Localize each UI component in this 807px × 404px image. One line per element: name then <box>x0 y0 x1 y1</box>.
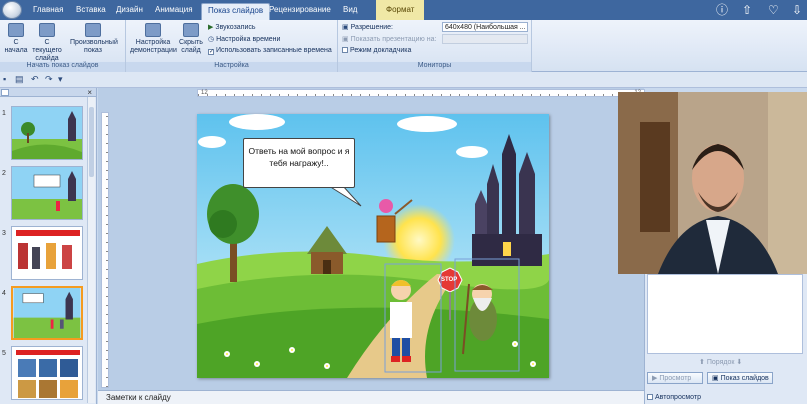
play-current-icon <box>39 23 55 37</box>
monitor-disabled-icon: ▣ <box>342 36 349 43</box>
show-on-label: ▣ Показать презентацию на: <box>342 36 437 43</box>
download-icon[interactable]: ⇩ <box>792 3 802 17</box>
close-icon[interactable]: × <box>87 88 92 97</box>
play-icon <box>8 23 24 37</box>
slideshow-icon: ▣ <box>712 375 719 382</box>
thumb-number: 5 <box>2 350 6 357</box>
tab-format[interactable]: Формат <box>376 0 425 20</box>
slides-scrollbar[interactable] <box>87 97 95 403</box>
slide-thumbnail-5[interactable] <box>11 346 83 400</box>
scroll-thumb[interactable] <box>89 107 94 177</box>
checkbox-checked-icon: ✓ <box>208 49 215 55</box>
speech-bubble[interactable]: Ответь на мой вопрос и я тебя награжу!.. <box>243 138 355 188</box>
group-label-start: Начать показ слайдов <box>0 62 125 72</box>
preview-button[interactable]: ▶ Просмотр <box>647 372 703 384</box>
stop-sign-label: STOP <box>441 277 458 283</box>
slides-pane: × 1 2 3 4 5 <box>0 88 97 404</box>
hide-slide-icon <box>183 23 199 37</box>
arrow-up-icon: ⬆ <box>699 359 705 366</box>
tab-view[interactable]: Вид <box>343 5 357 14</box>
notes-placeholder: Заметки к слайду <box>106 393 171 402</box>
office-button[interactable] <box>2 1 22 19</box>
group-start-slideshow: С начала С текущего слайда Произвольный … <box>0 20 126 72</box>
ribbon-tab-bar: Главная Вставка Дизайн Анимация Показ сл… <box>0 0 807 20</box>
thumb-number: 1 <box>2 110 6 117</box>
group-setup: Настройка демонстрации Скрыть слайд ▶ Зв… <box>126 20 338 72</box>
microphone-icon: ▶ <box>208 24 214 31</box>
slide-thumbnail-2[interactable] <box>11 166 83 220</box>
checkbox-unchecked-icon <box>342 47 348 53</box>
show-on-dropdown[interactable] <box>442 34 528 44</box>
setup-show-icon <box>145 23 161 37</box>
undo-icon[interactable]: ↶ <box>31 74 39 85</box>
group-label-setup: Настройка <box>126 62 337 72</box>
task-pane: ⬆ Порядок ⬇ ▶ Просмотр ▣ Показ слайдов А… <box>644 274 807 404</box>
thumb-number: 3 <box>2 230 6 237</box>
tab-review[interactable]: Рецензирование <box>269 5 331 14</box>
reorder-label[interactable]: ⬆ Порядок ⬇ <box>699 358 742 366</box>
redo-icon[interactable]: ↷ <box>45 74 53 85</box>
horizontal-ruler: 1212 <box>197 89 645 97</box>
setup-show-button[interactable]: Настройка демонстрации <box>130 23 177 55</box>
slide-thumbnail-4-selected[interactable] <box>11 286 83 340</box>
custom-show-button[interactable]: Произвольный показ <box>70 23 118 55</box>
vertical-ruler <box>101 112 109 388</box>
rehearse-timings-button[interactable]: ◷ Настройка времени <box>208 35 280 43</box>
presenter-video <box>618 92 807 274</box>
thumb-number: 2 <box>2 170 6 177</box>
hide-slide-button[interactable]: Скрыть слайд <box>178 23 204 55</box>
tab-design[interactable]: Дизайн <box>116 5 143 14</box>
slide-thumbnail-1[interactable] <box>11 106 83 160</box>
group-label-monitors: Мониторы <box>338 62 531 72</box>
save-icon[interactable]: ▪ <box>3 74 6 84</box>
webcam-overlay <box>618 92 807 274</box>
quick-access-toolbar: ▪ ▤ ↶ ↷ ▾ <box>0 72 807 88</box>
use-timings-checkbox[interactable]: ✓ Использовать записанные времена <box>208 47 332 55</box>
monitor-icon: ▣ <box>342 24 349 31</box>
info-icon[interactable]: ⓘ <box>716 3 728 17</box>
presenter-view-checkbox[interactable]: Режим докладчика <box>342 47 411 54</box>
from-current-button[interactable]: С текущего слайда <box>30 23 64 63</box>
current-slide[interactable]: Ответь на мой вопрос и я тебя награжу!..… <box>197 114 549 378</box>
slides-tab[interactable] <box>1 89 9 96</box>
arrow-down-icon: ⬇ <box>736 359 743 366</box>
slide-edit-area: 1212 <box>98 88 645 390</box>
play-small-icon: ▶ <box>652 375 658 382</box>
from-start-button[interactable]: С начала <box>2 23 30 55</box>
tab-home[interactable]: Главная <box>33 5 63 14</box>
thumb-number: 4 <box>2 290 6 297</box>
resolution-label: ▣ Разрешение: <box>342 24 393 31</box>
share-icon[interactable]: ⇧ <box>742 3 752 17</box>
notes-pane[interactable]: Заметки к слайду <box>98 390 644 404</box>
resolution-dropdown[interactable]: 640x480 (Наибольшая ... <box>442 22 528 32</box>
group-monitors: ▣ Разрешение: 640x480 (Наибольшая ... ▣ … <box>338 20 532 72</box>
view-icon[interactable]: ▤ <box>15 74 24 85</box>
tab-animation[interactable]: Анимация <box>155 5 193 14</box>
record-narration-button[interactable]: ▶ Звукозапись <box>208 23 256 31</box>
customize-qat-icon[interactable]: ▾ <box>58 74 63 85</box>
clock-icon: ◷ <box>208 36 215 43</box>
custom-show-icon <box>85 23 101 37</box>
tab-slideshow[interactable]: Показ слайдов <box>201 3 271 20</box>
ribbon: С начала С текущего слайда Произвольный … <box>0 20 807 72</box>
slides-pane-header: × <box>0 88 96 97</box>
heart-icon[interactable]: ♡ <box>768 3 779 17</box>
slideshow-button[interactable]: ▣ Показ слайдов <box>707 372 773 384</box>
slide-thumbnail-3[interactable] <box>11 226 83 280</box>
checkbox-unchecked-icon <box>647 394 653 400</box>
animation-list[interactable] <box>647 274 803 354</box>
autopreview-checkbox[interactable]: Автопросмотр <box>647 394 701 401</box>
tab-insert[interactable]: Вставка <box>76 5 106 14</box>
